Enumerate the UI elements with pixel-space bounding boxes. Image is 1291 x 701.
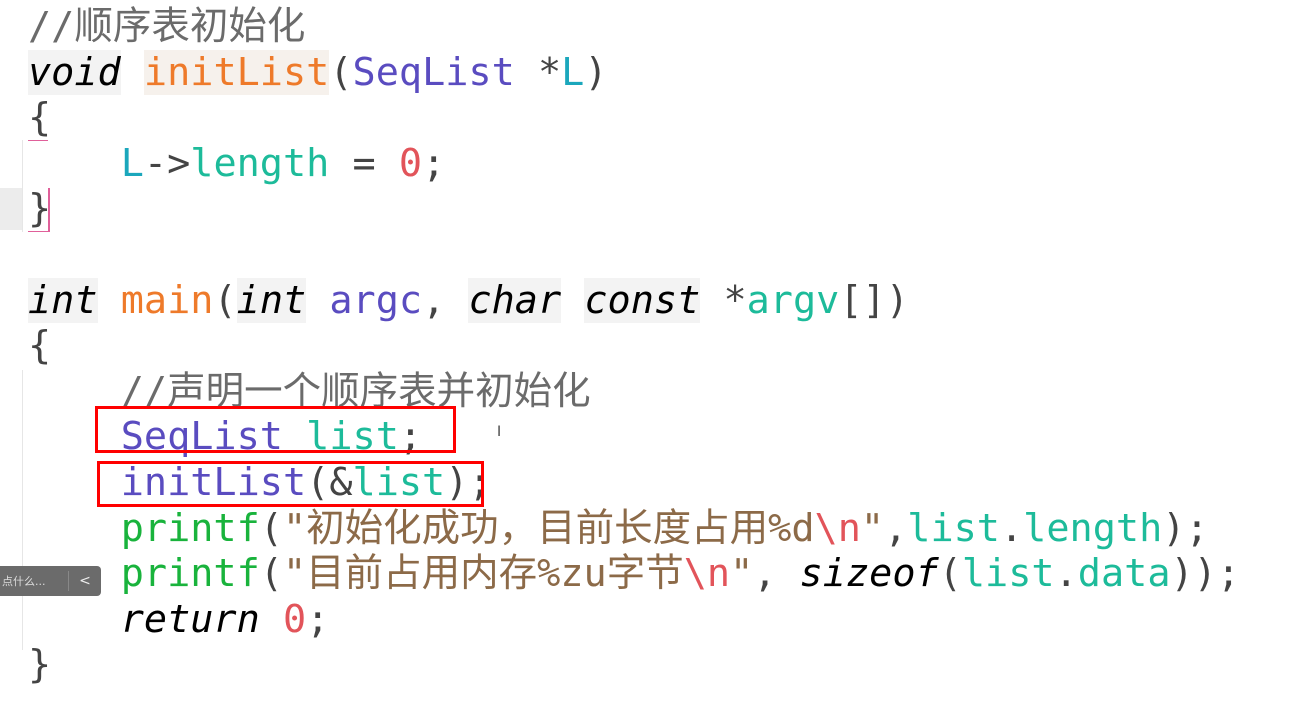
code-token-punct: ; xyxy=(422,140,446,186)
indent-guide xyxy=(22,140,23,232)
code-token-fnm: main xyxy=(120,277,214,323)
chevron-left-icon[interactable]: < xyxy=(69,573,101,589)
code-token-punct: { xyxy=(28,323,52,369)
code-token-punct xyxy=(121,50,144,95)
code-token-punct xyxy=(561,278,584,323)
code-token-punct xyxy=(98,278,121,323)
code-token-punct: { xyxy=(28,95,52,141)
floating-input-widget[interactable]: 点什么... < xyxy=(0,566,101,596)
code-token-punct: ( xyxy=(259,551,283,597)
code-token-call: printf xyxy=(120,551,260,597)
code-token-punct xyxy=(28,597,121,642)
code-token-punct: = xyxy=(329,140,399,186)
code-token-str: "初始化成功，目前长度占用%d xyxy=(282,505,815,551)
code-token-str: " xyxy=(730,551,754,597)
ibeam-cursor-icon: I xyxy=(497,424,502,440)
code-token-punct: []) xyxy=(839,277,909,323)
code-token-punct: ); xyxy=(1162,505,1209,551)
widget-placeholder[interactable]: 点什么... xyxy=(0,573,68,589)
code-line[interactable]: return 0; xyxy=(28,597,1240,643)
code-token-member: argv xyxy=(746,277,840,323)
code-token-kw: int xyxy=(236,277,307,323)
code-token-kwp: sizeof xyxy=(799,551,939,597)
code-token-punct: ) xyxy=(584,49,608,95)
code-token-punct: ( xyxy=(213,277,237,323)
code-token-punct: ( xyxy=(329,49,353,95)
code-token-punct: )); xyxy=(1170,551,1241,597)
code-token-punct: * xyxy=(514,49,562,95)
code-line[interactable]: printf("目前占用内存%zu字节\n", sizeof(list.data… xyxy=(28,551,1240,597)
code-token-punct: , xyxy=(422,277,469,323)
code-token-punct: ( xyxy=(259,505,283,551)
code-token-num: 0 xyxy=(398,140,423,186)
code-line[interactable]: void initList(SeqList *L) xyxy=(28,49,1240,96)
code-token-kw: const xyxy=(584,277,701,323)
code-token-kw: char xyxy=(468,277,562,323)
annotation-box-init-call xyxy=(97,461,484,507)
code-line[interactable] xyxy=(28,232,1240,278)
annotation-box-declaration xyxy=(95,406,456,453)
code-token-type: SeqList xyxy=(352,49,515,95)
code-line[interactable]: { xyxy=(28,323,1240,369)
code-token-str: "目前占用内存%zu字节 xyxy=(282,551,684,597)
code-token-param: L xyxy=(120,140,144,186)
code-token-punct xyxy=(306,278,329,323)
code-line[interactable]: } xyxy=(28,642,1240,688)
code-token-punct xyxy=(28,141,121,186)
indent-guide xyxy=(22,370,23,650)
code-token-punct: . xyxy=(1054,551,1078,597)
code-token-punct: * xyxy=(700,277,747,323)
code-token-punct: . xyxy=(999,505,1024,551)
code-token-str: " xyxy=(860,505,885,551)
code-token-num: 0 xyxy=(282,596,307,642)
code-token-param: L xyxy=(561,49,585,95)
code-token-member: list xyxy=(961,551,1055,597)
code-line[interactable]: int main(int argc, char const *argv[]) xyxy=(28,277,1240,324)
code-token-punct: ; xyxy=(306,596,330,642)
code-token-punct xyxy=(28,506,121,551)
code-line[interactable]: //顺序表初始化 xyxy=(28,4,1240,50)
code-token-member: length xyxy=(1023,505,1163,551)
code-token-member: list xyxy=(907,505,1000,551)
code-line[interactable]: } xyxy=(28,186,1240,232)
code-token-type: argc xyxy=(329,277,423,323)
code-token-esc: \n xyxy=(683,551,731,597)
code-token-member: data xyxy=(1077,551,1171,597)
code-token-punct: , xyxy=(753,551,800,597)
code-token-fn: initList xyxy=(143,49,330,95)
code-token-kwp: return xyxy=(120,596,260,642)
code-token-call: printf xyxy=(120,505,260,551)
code-token-punct: , xyxy=(884,505,908,551)
code-token-punct xyxy=(260,597,283,642)
code-line[interactable]: { xyxy=(28,95,1240,141)
code-token-kw: int xyxy=(28,277,98,323)
code-token-punct: -> xyxy=(143,140,191,186)
code-token-punct: ( xyxy=(938,551,962,597)
code-token-comment: //顺序表初始化 xyxy=(28,4,306,49)
code-token-kw: void xyxy=(28,49,121,95)
code-token-member: length xyxy=(190,140,330,186)
code-line[interactable]: L->length = 0; xyxy=(28,141,1240,187)
code-token-punct: } xyxy=(28,642,52,688)
code-editor[interactable]: //顺序表初始化 void initList(SeqList *L){ L->le… xyxy=(28,4,1240,688)
code-token-punct: } xyxy=(28,186,52,232)
code-token-esc: \n xyxy=(814,505,861,551)
code-line[interactable]: printf("初始化成功，目前长度占用%d\n",list.length); xyxy=(28,506,1240,552)
current-line-gutter-highlight xyxy=(0,188,22,230)
